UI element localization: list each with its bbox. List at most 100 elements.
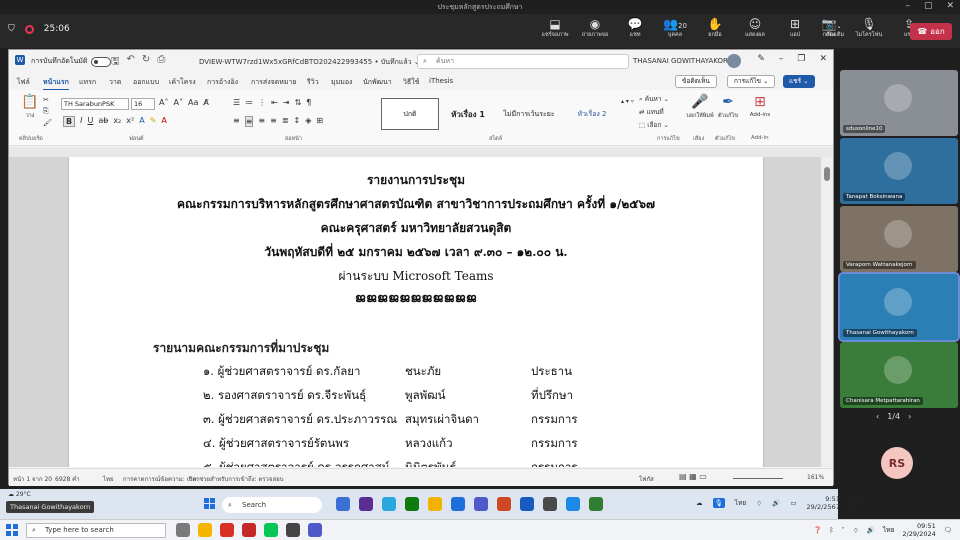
sort-icon[interactable]: ⇅ bbox=[295, 98, 302, 107]
grow-font-icon[interactable]: A˄ bbox=[159, 98, 168, 107]
undo-icon[interactable]: ↶ bbox=[127, 54, 135, 71]
align-right-icon[interactable]: ≡ bbox=[258, 116, 265, 127]
remote-app-icon[interactable] bbox=[428, 497, 442, 511]
shading-icon[interactable]: ◈ bbox=[305, 116, 311, 127]
text-prediction-status[interactable]: การคาดการณ์ข้อความ: เปิด bbox=[123, 474, 196, 484]
remote-app-icon[interactable] bbox=[451, 497, 465, 511]
participant-pager[interactable]: ‹ 1/4 › bbox=[876, 412, 911, 421]
people-button[interactable]: 👥20 บุคคล bbox=[658, 17, 692, 39]
zoom-slider[interactable] bbox=[733, 478, 783, 479]
increase-indent-icon[interactable]: ⇥ bbox=[283, 98, 290, 107]
paste-button[interactable]: 📋 วาง bbox=[15, 94, 45, 120]
host-app-icon[interactable] bbox=[308, 523, 322, 537]
tab-4[interactable]: ออกแบบ bbox=[133, 77, 159, 88]
editing-mode-button[interactable]: การแก้ไข ⌄ bbox=[727, 75, 776, 88]
word-close-icon[interactable]: ✕ bbox=[819, 54, 827, 64]
tab-8[interactable]: รีวิว bbox=[307, 77, 319, 88]
participant-tile[interactable]: Tanapat Boksinwana bbox=[840, 138, 958, 204]
remote-app-icon[interactable] bbox=[405, 497, 419, 511]
tab-10[interactable]: นักพัฒนา bbox=[363, 77, 392, 88]
help-icon[interactable]: ❓ bbox=[814, 526, 822, 534]
styles-scroll[interactable]: ▴ ▾ ▿ bbox=[621, 98, 634, 105]
remote-start-icon[interactable] bbox=[204, 498, 215, 509]
dictate-button[interactable]: 🎤 บอกให้พิมพ์ bbox=[685, 94, 715, 120]
remote-search-input[interactable]: ⌕ Search bbox=[222, 497, 322, 513]
account-avatar[interactable] bbox=[727, 54, 741, 68]
shrink-font-icon[interactable]: A˅ bbox=[173, 98, 182, 107]
tab-9[interactable]: มุมมอง bbox=[331, 77, 352, 88]
remote-app-icon[interactable] bbox=[382, 497, 396, 511]
remote-app-icon[interactable] bbox=[474, 497, 488, 511]
save-icon[interactable]: 🖫 bbox=[111, 54, 120, 71]
chevron-left-icon[interactable]: ‹ bbox=[876, 412, 879, 421]
cut-icon[interactable]: ✂ bbox=[43, 96, 52, 104]
tab-5[interactable]: เค้าโครง bbox=[169, 77, 196, 88]
remote-battery-icon[interactable]: ▭ bbox=[790, 499, 796, 507]
tab-1[interactable]: หน้าแรก bbox=[43, 77, 69, 91]
vertical-scrollbar[interactable] bbox=[821, 157, 833, 467]
text-effects-icon[interactable]: A bbox=[139, 116, 144, 127]
bluetooth-icon[interactable]: ᛒ bbox=[830, 526, 834, 534]
remote-app-icon[interactable] bbox=[589, 497, 603, 511]
volume-icon[interactable]: 🔊 bbox=[867, 526, 875, 534]
record-button[interactable]: ◉ ถ่ายภาพจอ bbox=[578, 17, 612, 39]
share-button[interactable]: แชร์ ⌄ bbox=[783, 75, 815, 88]
addins-button[interactable]: ⊞ Add-ins bbox=[745, 94, 775, 118]
font-color-icon[interactable]: A bbox=[161, 116, 166, 127]
host-clock[interactable]: 09:51 2/29/2024 bbox=[902, 522, 935, 538]
bullets-icon[interactable]: ☰ bbox=[233, 98, 240, 107]
word-count[interactable]: 6928 คำ bbox=[55, 474, 80, 484]
tab-11[interactable]: วิธีใช้ bbox=[403, 77, 419, 88]
format-painter-icon[interactable]: 🖌 bbox=[43, 119, 52, 127]
host-app-icon[interactable] bbox=[286, 523, 300, 537]
replace-button[interactable]: ⇄ แทนที่ bbox=[639, 107, 669, 117]
document-name[interactable]: DVIEW-WTW7rzd1Wx5xGRfCdBTO202422993455 •… bbox=[199, 57, 420, 68]
tab-6[interactable]: การอ้างอิง bbox=[207, 77, 238, 88]
tab-7[interactable]: การส่งจดหมาย bbox=[251, 77, 297, 88]
minimize-icon[interactable]: – bbox=[905, 1, 910, 11]
close-icon[interactable]: ✕ bbox=[946, 1, 954, 11]
host-app-icon[interactable] bbox=[220, 523, 234, 537]
scrollbar-thumb[interactable] bbox=[824, 167, 830, 181]
comments-button[interactable]: ข้อคิดเห็น bbox=[675, 75, 717, 88]
leave-button[interactable]: ☎ ออก bbox=[910, 23, 952, 40]
mic-toggle[interactable]: 🎙 ไมโครโฟน bbox=[852, 17, 886, 39]
chat-button[interactable]: 💬 แชท bbox=[618, 17, 652, 39]
autosave-toggle[interactable] bbox=[91, 56, 112, 67]
align-left-icon[interactable]: ≡ bbox=[233, 116, 240, 127]
italic-icon[interactable]: I bbox=[80, 116, 82, 127]
change-case-icon[interactable]: Aa bbox=[188, 98, 198, 107]
apps-button[interactable]: ⊞ แอป bbox=[778, 17, 812, 39]
remote-mic-icon[interactable]: 🎙 bbox=[712, 498, 725, 509]
start-icon[interactable] bbox=[6, 524, 18, 536]
bold-icon[interactable]: B bbox=[63, 116, 76, 127]
participant-tile[interactable]: sdusonline10 bbox=[840, 70, 958, 136]
document-page[interactable]: รายงานการประชุม คณะกรรมการบริหารหลักสูตรศ… bbox=[69, 157, 763, 467]
participant-tile[interactable]: Chanisara Metpattarahiran bbox=[840, 342, 958, 408]
clear-format-icon[interactable]: A̸ bbox=[203, 98, 208, 107]
style-2[interactable]: ไม่มีการเว้นระยะ bbox=[497, 98, 561, 130]
zoom-level[interactable]: 161% bbox=[807, 474, 824, 481]
numbering-icon[interactable]: ≔ bbox=[245, 98, 253, 107]
weather-widget[interactable]: ☁ 29°C bbox=[8, 491, 31, 498]
host-app-icon[interactable] bbox=[264, 523, 278, 537]
multilevel-icon[interactable]: ⋮ bbox=[258, 98, 266, 107]
react-button[interactable]: ☺ แสดงผล bbox=[738, 17, 772, 39]
host-notification-icon[interactable]: 🗨 bbox=[944, 526, 952, 534]
remote-app-icon[interactable] bbox=[520, 497, 534, 511]
participant-tile[interactable]: Thasanai Gowithayakorn bbox=[838, 272, 960, 342]
remote-clock[interactable]: 9:51 29/2/2567 bbox=[807, 495, 840, 512]
strikethrough-icon[interactable]: ab̶ bbox=[98, 116, 108, 127]
remote-notification-icon[interactable]: 🗨 bbox=[850, 499, 858, 507]
accessibility-status[interactable]: การช่วยสำหรับการเข้าถึง: ตรวจสอบ bbox=[189, 474, 284, 484]
tab-0[interactable]: ไฟล์ bbox=[17, 77, 30, 88]
style-1[interactable]: หัวเรื่อง 1 bbox=[441, 98, 495, 130]
font-name-select[interactable]: TH SarabunPSK bbox=[61, 98, 129, 110]
remote-app-icon[interactable] bbox=[359, 497, 373, 511]
decrease-indent-icon[interactable]: ⇤ bbox=[271, 98, 278, 107]
highlight-icon[interactable]: ✎ bbox=[150, 116, 157, 127]
remote-app-icon[interactable] bbox=[543, 497, 557, 511]
find-button[interactable]: ⌕ ค้นหา ⌄ bbox=[639, 94, 669, 104]
raise-hand-button[interactable]: ✋ ยกมือ bbox=[698, 17, 732, 39]
account-name[interactable]: THASANAI GOWITHAYAKORN bbox=[633, 57, 733, 65]
